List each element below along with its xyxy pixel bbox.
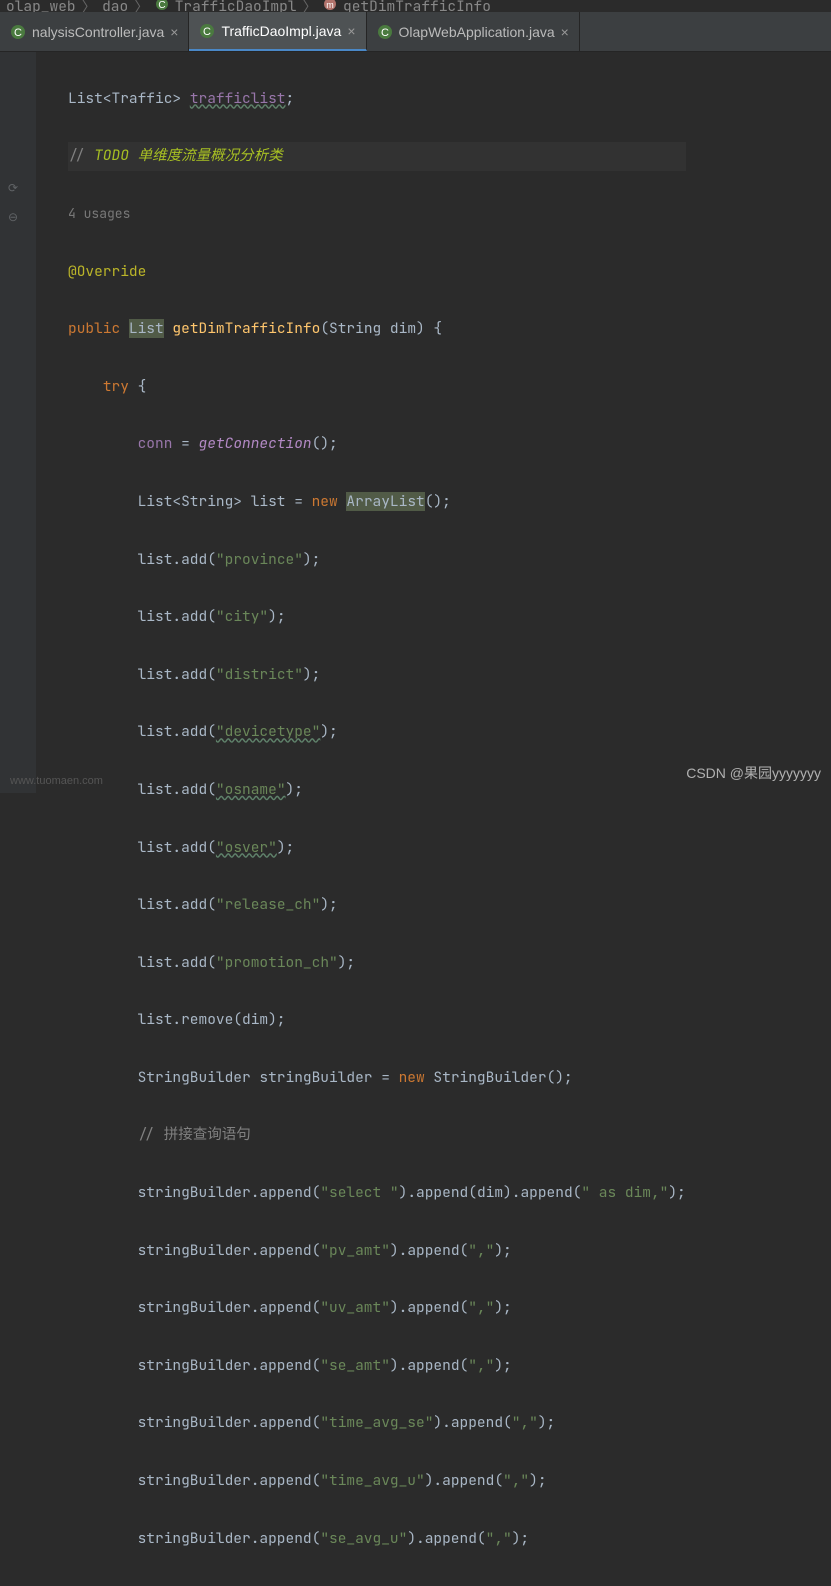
java-class-icon: C xyxy=(10,24,26,40)
code-line[interactable]: stringBuilder.append("time_avg_se").appe… xyxy=(68,1409,686,1438)
bc-part[interactable]: TrafficDaoImpl xyxy=(175,0,297,12)
svg-text:C: C xyxy=(158,0,165,11)
tab-label: TrafficDaoImpl.java xyxy=(221,23,341,39)
code-line[interactable]: list.add("province"); xyxy=(68,546,686,575)
code-line[interactable]: stringBuilder.append("select ").append(d… xyxy=(68,1179,686,1208)
tab-traffic-dao-impl[interactable]: C TrafficDaoImpl.java × xyxy=(189,12,366,51)
code-line[interactable]: stringBuilder.append("pv_amt").append(",… xyxy=(68,1237,686,1266)
code-line[interactable]: list.remove(dim); xyxy=(68,1006,686,1035)
tab-label: OlapWebApplication.java xyxy=(399,24,555,40)
code-line[interactable]: conn = getConnection(); xyxy=(68,430,686,459)
code-line[interactable]: public List getDimTrafficInfo(String dim… xyxy=(68,315,686,344)
class-icon: C xyxy=(155,0,169,12)
tab-bar: C nalysisController.java × C TrafficDaoI… xyxy=(0,12,831,52)
svg-text:C: C xyxy=(381,27,389,39)
breadcrumb: olap_web〉 dao〉 C TrafficDaoImpl〉 m getDi… xyxy=(0,0,831,12)
code-line[interactable]: list.add("osname"); xyxy=(68,776,686,805)
code-line[interactable]: list.add("promotion_ch"); xyxy=(68,949,686,978)
tab-label: nalysisController.java xyxy=(32,24,164,40)
code-line[interactable]: // TODO 单维度流量概况分析类 xyxy=(68,142,686,171)
bc-part[interactable]: getDimTrafficInfo xyxy=(343,0,491,12)
java-class-icon: C xyxy=(199,23,215,39)
code-line[interactable]: list.add("osver"); xyxy=(68,834,686,863)
code-line[interactable]: // 拼接查询语句 xyxy=(68,1121,686,1150)
code-line[interactable]: try { xyxy=(68,373,686,402)
editor[interactable]: ⟳ ⊖ List<Traffic> trafficlist; // TODO 单… xyxy=(0,52,831,793)
code-line[interactable]: List<String> list = new ArrayList(); xyxy=(68,488,686,517)
watermark: CSDN @果园yyyyyyy xyxy=(686,763,821,783)
svg-text:m: m xyxy=(326,0,334,10)
code-line[interactable]: stringBuilder.append("se_amt").append(",… xyxy=(68,1352,686,1381)
usages-hint[interactable]: 4 usages xyxy=(68,200,686,229)
code-area[interactable]: List<Traffic> trafficlist; // TODO 单维度流量… xyxy=(36,52,686,793)
code-line[interactable]: list.add("district"); xyxy=(68,661,686,690)
code-line[interactable]: StringBuilder stringBuilder = new String… xyxy=(68,1064,686,1093)
watermark-secondary: www.tuomaen.com xyxy=(10,775,103,787)
tab-olap-web-application[interactable]: C OlapWebApplication.java × xyxy=(367,12,580,51)
code-line[interactable]: stringBuilder.append("uv_amt").append(",… xyxy=(68,1294,686,1323)
java-class-icon: C xyxy=(377,24,393,40)
code-line[interactable]: stringBuilder.append("time_avg_u").appen… xyxy=(68,1467,686,1496)
gutter[interactable]: ⟳ ⊖ xyxy=(0,52,36,793)
code-line[interactable]: list.add("city"); xyxy=(68,603,686,632)
tab-analysis-controller[interactable]: C nalysisController.java × xyxy=(0,12,189,51)
close-icon[interactable]: × xyxy=(561,24,569,40)
code-line[interactable]: list.add("devicetype"); xyxy=(68,718,686,747)
close-icon[interactable]: × xyxy=(170,24,178,40)
code-line[interactable]: List<Traffic> trafficlist; xyxy=(68,85,686,114)
collapse-gutter-icon[interactable]: ⊖ xyxy=(8,209,18,225)
override-gutter-icon[interactable]: ⟳ xyxy=(8,180,18,196)
svg-text:C: C xyxy=(204,26,212,38)
bc-part[interactable]: dao xyxy=(102,0,128,12)
svg-text:C: C xyxy=(14,27,22,39)
bc-part[interactable]: olap_web xyxy=(6,0,76,12)
code-line[interactable]: stringBuilder.append("se_avg_u").append(… xyxy=(68,1525,686,1554)
code-line[interactable]: list.add("release_ch"); xyxy=(68,891,686,920)
close-icon[interactable]: × xyxy=(347,23,355,39)
code-line[interactable]: @Override xyxy=(68,258,686,287)
method-icon: m xyxy=(323,0,337,12)
